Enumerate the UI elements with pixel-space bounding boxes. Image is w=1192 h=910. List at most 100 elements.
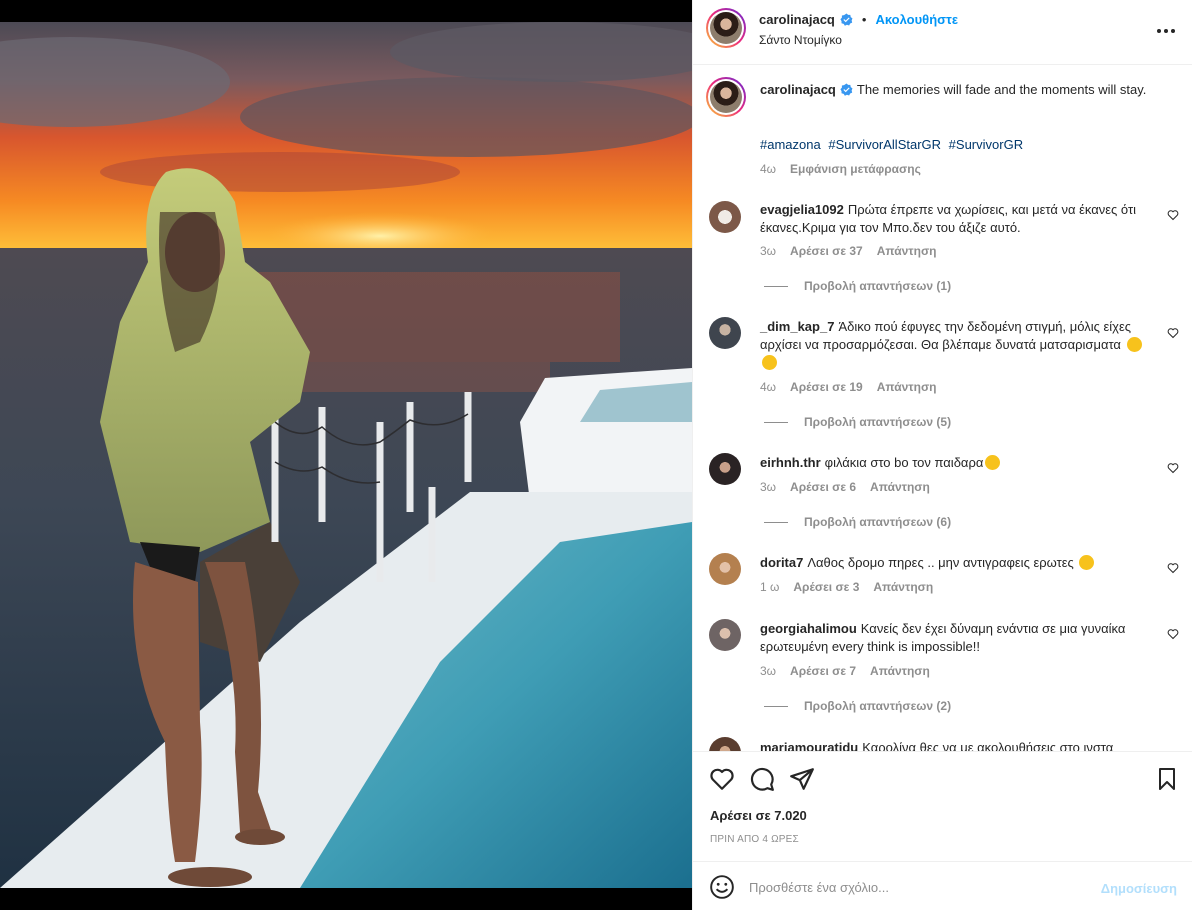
view-replies-label: Προβολή απαντήσεων (5) <box>804 415 952 429</box>
comment-body: φιλάκια στο bo τον παιδαρα <box>824 455 984 470</box>
hashtag-link[interactable]: #SurvivorAllStarGR <box>828 137 941 152</box>
hashtag-link[interactable]: #amazona <box>760 137 821 152</box>
post-actions: Αρέσει σε 7.020 ΠΡΙΝ ΑΠΟ 4 ΩΡΕΣ <box>693 751 1192 861</box>
commenter-avatar[interactable] <box>709 737 741 751</box>
separator-dot: • <box>861 12 867 27</box>
commenter-username[interactable]: dorita7 <box>760 555 803 570</box>
caption-text: carolinajacq The memories will fade and t… <box>760 81 1150 99</box>
translate-button[interactable]: Εμφάνιση μετάφρασης <box>790 162 921 176</box>
emoji-icon[interactable] <box>709 874 735 900</box>
author-line: carolinajacq • Ακολουθήστε <box>759 12 958 27</box>
commenter-avatar[interactable] <box>709 317 741 349</box>
comment-text: dorita7 Λαθος δρομο πηρες .. μην αντιγραφ… <box>760 554 1150 572</box>
heart-icon[interactable] <box>709 766 735 792</box>
heart-icon[interactable] <box>1167 327 1179 339</box>
view-replies-label: Προβολή απαντήσεων (6) <box>804 515 952 529</box>
commenter-avatar[interactable] <box>709 201 741 233</box>
comment-text: evagjelia1092 Πρώτα έπρεπε να χωρίσεις, κ… <box>760 201 1150 237</box>
comment-body: Λαθος δρομο πηρες .. μην αντιγραφεις ερω… <box>807 555 1074 570</box>
comment-item: evagjelia1092 Πρώτα έπρεπε να χωρίσεις, κ… <box>693 189 1192 299</box>
comment-likes[interactable]: Αρέσει σε 19 <box>790 380 863 394</box>
caption-body: The memories will fade and the moments w… <box>856 82 1147 97</box>
comment-input[interactable] <box>749 872 1079 902</box>
view-replies-button[interactable]: Προβολή απαντήσεων (6) <box>764 515 951 529</box>
comment-time[interactable]: 4ω <box>760 380 776 394</box>
verified-icon <box>840 13 853 26</box>
comment-item: dorita7 Λαθος δρομο πηρες .. μην αντιγραφ… <box>693 545 1192 615</box>
comment-item: eirhnh.thr φιλάκια στο bo τον παιδαρα 3ω … <box>693 445 1192 545</box>
comment-meta: 3ω Αρέσει σε 6 Απάντηση <box>760 480 930 494</box>
comment-text: _dim_kap_7 Άδικο πού έφυγες την δεδομένη … <box>760 318 1150 372</box>
heart-icon[interactable] <box>1167 462 1179 474</box>
caption-time[interactable]: 4ω <box>760 162 776 176</box>
commenter-username[interactable]: evagjelia1092 <box>760 202 844 217</box>
caption-avatar[interactable] <box>706 77 746 117</box>
caption-hashtags: #amazona #SurvivorAllStarGR #SurvivorGR <box>760 137 1027 152</box>
reply-button[interactable]: Απάντηση <box>877 244 937 258</box>
star-eyes-emoji <box>985 455 1001 470</box>
commenter-avatar[interactable] <box>709 619 741 651</box>
caption-meta: 4ω Εμφάνιση μετάφρασης <box>760 162 921 176</box>
comment-time[interactable]: 1 ω <box>760 580 779 594</box>
view-replies-button[interactable]: Προβολή απαντήσεων (5) <box>764 415 951 429</box>
comment-time[interactable]: 3ω <box>760 480 776 494</box>
reply-button[interactable]: Απάντηση <box>873 580 933 594</box>
comment-text: mariamouratidu Καρολίνα θες να με ακολουθ… <box>760 739 1150 751</box>
comment-text: eirhnh.thr φιλάκια στο bo τον παιδαρα <box>760 454 1150 472</box>
view-replies-button[interactable]: Προβολή απαντήσεων (1) <box>764 279 951 293</box>
comment-likes[interactable]: Αρέσει σε 6 <box>790 480 856 494</box>
comment-icon[interactable] <box>749 766 775 792</box>
comment-meta: 3ω Αρέσει σε 7 Απάντηση <box>760 664 930 678</box>
caption-block: carolinajacq The memories will fade and t… <box>693 65 1192 185</box>
post-location[interactable]: Σάντο Ντομίγκο <box>759 33 842 47</box>
comments-list[interactable]: carolinajacq The memories will fade and t… <box>693 65 1192 751</box>
comment-meta: 1 ω Αρέσει σε 3 Απάντηση <box>760 580 933 594</box>
comment-meta: 3ω Αρέσει σε 37 Απάντηση <box>760 244 937 258</box>
likes-count[interactable]: Αρέσει σε 7.020 <box>710 808 807 823</box>
post-photo[interactable] <box>0 22 692 888</box>
star-eyes-emoji <box>1126 337 1142 352</box>
view-replies-label: Προβολή απαντήσεων (1) <box>804 279 952 293</box>
comment-item: mariamouratidu Καρολίνα θες να με ακολουθ… <box>693 737 1192 751</box>
heart-icon[interactable] <box>1167 628 1179 640</box>
commenter-username[interactable]: mariamouratidu <box>760 740 858 751</box>
commenter-avatar[interactable] <box>709 453 741 485</box>
comment-likes[interactable]: Αρέσει σε 7 <box>790 664 856 678</box>
follow-button[interactable]: Ακολουθήστε <box>875 12 958 27</box>
comment-text: georgiahalimou Κανείς δεν έχει δύναμη ενά… <box>760 620 1150 656</box>
reply-button[interactable]: Απάντηση <box>870 480 930 494</box>
post-time[interactable]: ΠΡΙΝ ΑΠΟ 4 ΩΡΕΣ <box>710 834 799 845</box>
comment-likes[interactable]: Αρέσει σε 3 <box>793 580 859 594</box>
comment-item: _dim_kap_7 Άδικο πού έφυγες την δεδομένη … <box>693 307 1192 437</box>
add-comment-bar: Δημοσίευση <box>693 861 1192 910</box>
bookmark-icon[interactable] <box>1155 766 1179 792</box>
commenter-avatar[interactable] <box>709 553 741 585</box>
comment-time[interactable]: 3ω <box>760 664 776 678</box>
heart-icon[interactable] <box>1167 209 1179 221</box>
post-photo-pane <box>0 0 692 910</box>
post-header: carolinajacq • Ακολουθήστε Σάντο Ντομίγκ… <box>693 0 1192 65</box>
post-comment-button[interactable]: Δημοσίευση <box>1101 881 1177 896</box>
scream-emoji <box>1079 555 1095 570</box>
caption-username[interactable]: carolinajacq <box>760 82 836 97</box>
author-avatar[interactable] <box>706 8 746 48</box>
comment-likes[interactable]: Αρέσει σε 37 <box>790 244 863 258</box>
more-options-button[interactable] <box>1154 22 1178 40</box>
commenter-username[interactable]: eirhnh.thr <box>760 455 821 470</box>
hashtag-link[interactable]: #SurvivorGR <box>949 137 1023 152</box>
comment-item: georgiahalimou Κανείς δεν έχει δύναμη ενά… <box>693 611 1192 721</box>
comment-time[interactable]: 3ω <box>760 244 776 258</box>
verified-icon <box>840 83 853 96</box>
heart-icon[interactable] <box>1167 562 1179 574</box>
share-icon[interactable] <box>789 766 815 792</box>
commenter-username[interactable]: georgiahalimou <box>760 621 857 636</box>
reply-button[interactable]: Απάντηση <box>877 380 937 394</box>
reply-button[interactable]: Απάντηση <box>870 664 930 678</box>
author-username[interactable]: carolinajacq <box>759 12 835 27</box>
comment-body: Καρολίνα θες να με ακολουθήσεις στο ινστ… <box>862 740 1114 751</box>
view-replies-button[interactable]: Προβολή απαντήσεων (2) <box>764 699 951 713</box>
post-side-panel: carolinajacq • Ακολουθήστε Σάντο Ντομίγκ… <box>692 0 1192 910</box>
comment-meta: 4ω Αρέσει σε 19 Απάντηση <box>760 380 937 394</box>
more-icon <box>1157 29 1161 33</box>
commenter-username[interactable]: _dim_kap_7 <box>760 319 834 334</box>
